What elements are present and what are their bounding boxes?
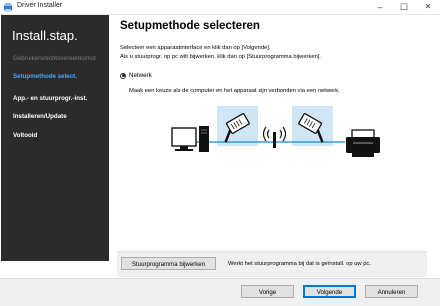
instruction-line-2: Als u stuurprogr. op pc wilt bijwerken, … (120, 54, 322, 60)
minimize-icon[interactable]: – (368, 0, 392, 14)
wireless-access-point-icon (262, 126, 287, 148)
window-title: Driver Installer (17, 2, 63, 9)
network-option-label: Netwerk (129, 72, 152, 79)
page-title: Setupmethode selecteren (120, 20, 260, 32)
printer-icon (346, 129, 380, 157)
step-setup-method: Setupmethode select. (13, 73, 77, 80)
step-license-agreement: Gebruikersrechtovereenkomst (13, 55, 96, 62)
sidebar: Install.stap. Gebruikersrechtovereenkoms… (1, 15, 109, 261)
step-install-update: Installeren/Update (13, 113, 67, 120)
computer-icon (171, 126, 209, 152)
network-option-description: Maak een keuze als de computer en het ap… (129, 88, 340, 94)
network-connection-diagram (171, 106, 380, 157)
instruction-line-1: Selecteer een apparaatinterface en klik … (120, 45, 271, 51)
network-radio[interactable] (120, 72, 126, 79)
network-option[interactable]: Netwerk (120, 72, 152, 79)
update-driver-description: Werkt het stuurprogramma bij dat is geïn… (228, 261, 371, 267)
maximize-icon[interactable]: ☐ (392, 0, 416, 14)
sidebar-title: Install.stap. (12, 28, 78, 43)
update-driver-button[interactable]: Stuurprogramma bijwerken (121, 257, 216, 270)
back-button[interactable]: Vorige (241, 285, 294, 298)
app-icon (4, 3, 12, 12)
step-complete: Voltooid (13, 132, 38, 139)
cancel-button[interactable]: Annuleren (365, 285, 418, 298)
next-button[interactable]: Volgende (303, 285, 356, 298)
title-bar: Driver Installer – ☐ ✕ (0, 0, 440, 15)
close-icon[interactable]: ✕ (416, 0, 440, 14)
step-app-driver-install: App.- en stuurprogr.-inst. (13, 95, 88, 102)
